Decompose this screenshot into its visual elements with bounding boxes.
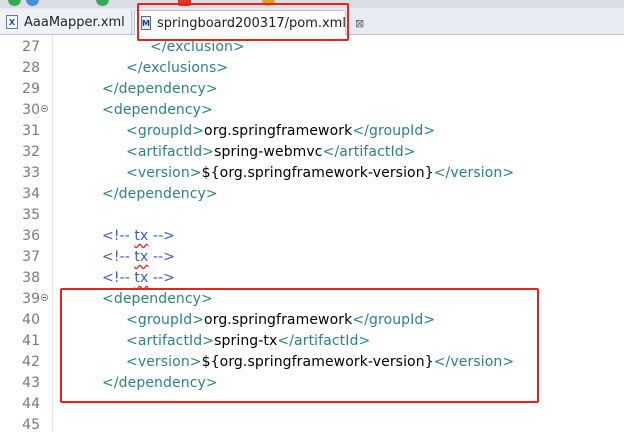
xml-tag-token: <groupId> [126,123,205,139]
xml-tag-token: </exclusion> [150,39,245,55]
comment-token: tx [134,249,149,265]
comment-token: --> [148,228,176,244]
xml-tag-token: </groupId> [352,123,436,139]
line-number: 42 [22,354,40,370]
code-text: </dependency> [102,184,218,205]
run-icon[interactable] [8,0,21,6]
line-number: 38 [22,270,40,286]
code-text: <dependency> [102,100,213,121]
code-line[interactable]: 32 <artifactId>spring-webmvc</artifactId> [0,142,624,163]
line-number: 32 [22,144,40,160]
code-text: <groupId>org.springframework</groupId> [126,121,435,142]
xml-tag-token: <version> [126,165,202,181]
line-number: 31 [22,123,40,139]
xml-tag-token: </artifactId> [322,144,416,160]
comment-token: <!-- [102,270,135,286]
line-number: 33 [22,165,40,181]
xml-tag-token: </dependency> [102,186,218,202]
code-line[interactable]: 35 [0,205,624,226]
line-number: 27 [22,39,40,55]
line-number: 41 [22,333,40,349]
tab-highlight-box [137,3,349,41]
line-number: 35 [22,207,40,223]
xml-tag-token: </dependency> [102,81,218,97]
code-text: <!-- tx --> [102,226,175,247]
line-number: 29 [22,81,40,97]
debug-icon[interactable] [26,0,39,6]
xml-tag-token: <dependency> [102,102,213,118]
line-number: 45 [22,417,40,433]
code-text: </exclusions> [126,58,228,79]
comment-token: --> [148,270,176,286]
code-line[interactable]: 28 </exclusions> [0,58,624,79]
dependency-highlight-box [60,288,539,403]
comment-token: tx [134,270,149,286]
line-number: 43 [22,375,40,391]
code-line[interactable]: 37 <!-- tx --> [0,247,624,268]
code-line[interactable]: 30 <dependency> [0,100,624,121]
tab-aaamapper[interactable]: X AaaMapper.xml [0,10,132,34]
text-token: ${org.springframework-version} [201,165,434,181]
code-text: <artifactId>spring-webmvc</artifactId> [126,142,416,163]
fold-toggle-icon[interactable] [41,294,48,301]
line-number: 34 [22,186,40,202]
line-number: 28 [22,60,40,76]
code-line[interactable]: 31 <groupId>org.springframework</groupId> [0,121,624,142]
code-line[interactable]: 36 <!-- tx --> [0,226,624,247]
code-text: <!-- tx --> [102,247,175,268]
code-line[interactable]: 34 </dependency> [0,184,624,205]
comment-token: tx [134,228,149,244]
code-text: </dependency> [102,79,218,100]
line-number: 40 [22,312,40,328]
comment-token: <!-- [102,228,135,244]
code-line[interactable]: 45 [0,415,624,436]
line-number: 44 [22,396,40,412]
xml-tag-token: </version> [433,165,515,181]
xml-tag-token: </exclusions> [126,60,229,76]
xml-file-icon: X [6,15,18,29]
code-line[interactable]: 29 </dependency> [0,79,624,100]
line-number: 30 [22,102,40,118]
comment-token: --> [148,249,176,265]
comment-token: <!-- [102,249,135,265]
close-tab-icon[interactable]: ⊠ [355,17,364,30]
text-token: org.springframework [204,123,353,139]
code-line[interactable]: 38 <!-- tx --> [0,268,624,289]
line-number: 39 [22,291,40,307]
line-number: 36 [22,228,40,244]
refresh-icon[interactable] [96,0,109,6]
line-number: 37 [22,249,40,265]
code-line[interactable]: 33 <version>${org.springframework-version… [0,163,624,184]
fold-toggle-icon[interactable] [41,105,48,112]
tab-label: AaaMapper.xml [24,14,125,30]
text-token: spring-webmvc [214,144,323,160]
code-text: <version>${org.springframework-version}<… [126,163,514,184]
xml-tag-token: <artifactId> [126,144,215,160]
code-text: <!-- tx --> [102,268,175,289]
